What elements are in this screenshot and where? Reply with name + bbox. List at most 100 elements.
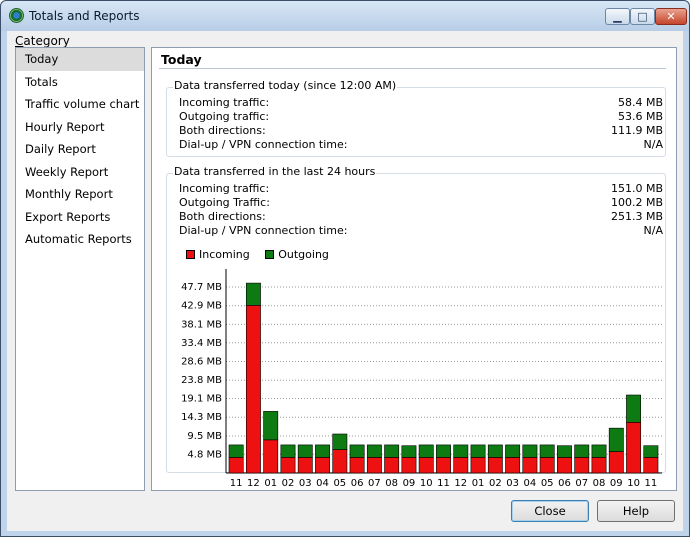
legend-item-incoming: Incoming — [186, 248, 250, 261]
panel-title: Today — [161, 52, 202, 67]
bar-incoming — [608, 451, 624, 474]
x-tick-label: 04 — [524, 478, 537, 488]
nav-item-monthly-report[interactable]: Monthly Report — [16, 183, 144, 206]
bar-incoming — [626, 422, 642, 474]
y-tick-label: 19.1 MB — [181, 394, 222, 405]
x-tick-label: 07 — [368, 478, 381, 488]
x-tick-label: 10 — [420, 478, 433, 488]
close-window-button[interactable]: ✕ — [655, 8, 687, 25]
bar-outgoing — [505, 444, 521, 458]
category-label: Category — [15, 34, 70, 48]
bar-outgoing — [366, 444, 382, 458]
bar-outgoing — [263, 411, 279, 441]
y-tick-label: 14.3 MB — [181, 412, 222, 423]
nav-item-traffic-volume-chart[interactable]: Traffic volume chart — [16, 93, 144, 116]
bar-incoming — [263, 439, 279, 474]
bar-incoming — [557, 457, 572, 474]
bar-incoming — [332, 449, 348, 474]
stat-label: Dial-up / VPN connection time: — [179, 224, 348, 237]
bar-incoming — [245, 305, 261, 474]
y-tick-label: 33.4 MB — [181, 338, 222, 349]
app-icon — [9, 8, 24, 23]
nav-item-daily-report[interactable]: Daily Report — [16, 138, 144, 161]
bar-outgoing — [332, 433, 348, 450]
stat-label: Outgoing Traffic: — [179, 196, 270, 209]
report-panel: Today Data transferred today (since 12:0… — [151, 47, 677, 491]
y-tick-label: 4.8 MB — [187, 449, 222, 460]
y-tick-label: 42.9 MB — [181, 301, 222, 312]
stat-row: Incoming traffic: 58.4 MB — [179, 96, 663, 110]
legend-item-outgoing: Outgoing — [265, 248, 329, 261]
bar-outgoing — [228, 444, 244, 458]
close-button[interactable]: Close — [511, 500, 589, 522]
category-label-rest: ategory — [23, 34, 70, 48]
stat-label: Both directions: — [179, 210, 266, 223]
stat-label: Both directions: — [179, 124, 266, 137]
x-tick-label: 05 — [541, 478, 554, 488]
bar-outgoing — [626, 394, 642, 423]
bar-incoming — [591, 457, 607, 474]
help-button[interactable]: Help — [597, 500, 675, 522]
bar-outgoing — [436, 444, 451, 458]
x-tick-label: 06 — [351, 478, 364, 488]
legend-label-outgoing: Outgoing — [278, 248, 329, 261]
nav-item-totals[interactable]: Totals — [16, 71, 144, 94]
stat-row: Both directions: 111.9 MB — [179, 124, 663, 138]
stat-row: Dial-up / VPN connection time: N/A — [179, 138, 663, 152]
stat-value: 100.2 MB — [610, 196, 663, 209]
nav-item-automatic-reports[interactable]: Automatic Reports — [16, 228, 144, 251]
maximize-button[interactable]: □ — [630, 8, 655, 25]
today-group-caption: Data transferred today (since 12:00 AM) — [173, 79, 398, 92]
bar-incoming — [228, 457, 244, 474]
bar-incoming — [297, 457, 313, 474]
stat-value: N/A — [643, 224, 663, 237]
y-tick-label: 9.5 MB — [187, 431, 222, 442]
x-tick-label: 12 — [454, 478, 467, 488]
bar-outgoing — [591, 444, 607, 458]
bar-outgoing — [245, 282, 261, 306]
bar-outgoing — [557, 445, 572, 458]
x-tick-label: 09 — [403, 478, 416, 488]
stat-value: 111.9 MB — [610, 124, 663, 137]
stat-label: Dial-up / VPN connection time: — [179, 138, 348, 151]
bar-incoming — [401, 457, 417, 474]
bar-outgoing — [453, 444, 469, 458]
category-list[interactable]: Today Totals Traffic volume chart Hourly… — [15, 47, 145, 491]
chart-legend: Incoming Outgoing — [186, 248, 341, 261]
x-tick-label: 02 — [282, 478, 295, 488]
x-tick-label: 10 — [627, 478, 640, 488]
y-tick-label: 28.6 MB — [181, 356, 222, 367]
stat-label: Incoming traffic: — [179, 182, 270, 195]
y-tick-label: 47.7 MB — [181, 282, 222, 293]
window: Totals and Reports ▁ □ ✕ Category Today … — [0, 0, 690, 537]
x-tick-label: 06 — [558, 478, 571, 488]
title-bar[interactable]: Totals and Reports ▁ □ ✕ — [1, 1, 689, 31]
x-tick-label: 07 — [575, 478, 588, 488]
bar-incoming — [280, 457, 296, 474]
bar-outgoing — [539, 444, 555, 458]
bar-outgoing — [487, 444, 503, 458]
bar-incoming — [436, 457, 451, 474]
stat-row: Outgoing Traffic: 100.2 MB — [179, 196, 663, 210]
bar-incoming — [505, 457, 521, 474]
nav-item-export-reports[interactable]: Export Reports — [16, 206, 144, 229]
stat-value: 53.6 MB — [617, 110, 663, 123]
nav-item-weekly-report[interactable]: Weekly Report — [16, 161, 144, 184]
minimize-button[interactable]: ▁ — [605, 8, 630, 25]
bar-incoming — [643, 457, 659, 474]
y-tick-label: 23.8 MB — [181, 375, 222, 386]
traffic-bar-chart: 47.7 MB 42.9 MB 38.1 MB 33.4 MB 28.6 MB 23.8 … — [181, 269, 662, 488]
title-divider — [159, 68, 666, 69]
stat-value: 251.3 MB — [610, 210, 663, 223]
nav-item-today[interactable]: Today — [16, 48, 144, 71]
x-tick-label: 03 — [299, 478, 312, 488]
stat-value: 151.0 MB — [610, 182, 663, 195]
stat-row: Dial-up / VPN connection time: N/A — [179, 224, 663, 238]
stat-value: 58.4 MB — [617, 96, 663, 109]
bar-incoming — [487, 457, 503, 474]
stat-label: Outgoing traffic: — [179, 110, 270, 123]
bar-outgoing — [643, 445, 659, 458]
stat-row: Both directions: 251.3 MB — [179, 210, 663, 224]
bar-incoming — [453, 457, 469, 474]
nav-item-hourly-report[interactable]: Hourly Report — [16, 116, 144, 139]
